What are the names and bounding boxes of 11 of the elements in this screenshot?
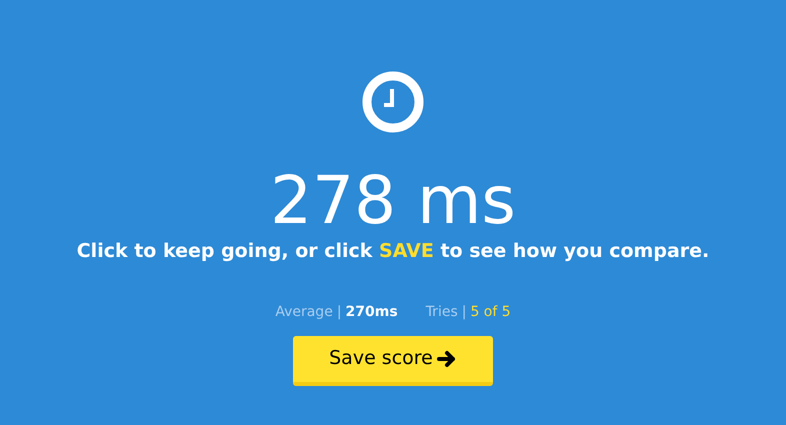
stat-separator: | xyxy=(462,302,466,322)
stat-label: Average xyxy=(275,302,333,322)
stat-separator: | xyxy=(336,302,342,322)
stat-value: 270ms xyxy=(346,302,398,322)
stat-label: Tries xyxy=(426,302,458,322)
clock-icon xyxy=(362,71,424,133)
reaction-time: 278 ms xyxy=(270,161,516,241)
stat-value: 5 of 5 xyxy=(470,302,511,322)
arrow-right-icon xyxy=(436,350,457,368)
instruction-text: Click to keep going, or click SAVE to see how you compare. xyxy=(76,239,710,264)
save-score-button[interactable]: Save score xyxy=(293,336,493,386)
